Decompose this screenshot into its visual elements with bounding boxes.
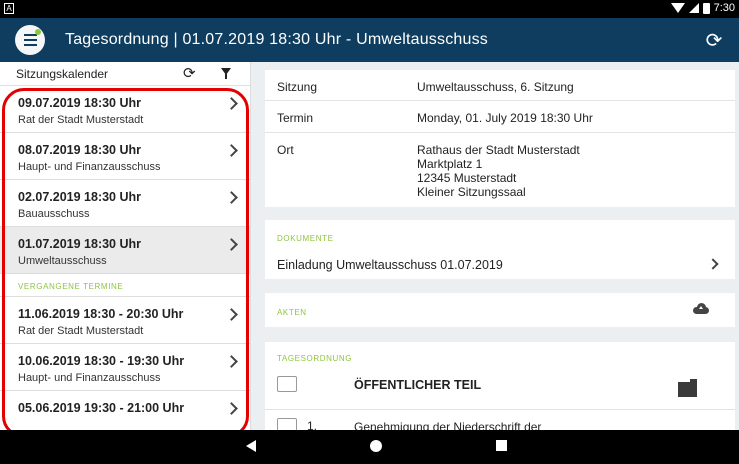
meeting-date: 11.06.2019 18:30 - 20:30 Uhr (18, 307, 184, 321)
meeting-body: Haupt- und Finanzausschuss (18, 161, 161, 173)
meeting-item[interactable]: 02.07.2019 18:30 Uhr Bauausschuss (0, 180, 250, 227)
detail-row-termin: Termin Monday, 01. July 2019 18:30 Uhr (265, 101, 735, 133)
chevron-right-icon (225, 97, 238, 110)
address-line: Kleiner Sitzungssaal (417, 185, 526, 199)
agenda-item[interactable]: 1. Genehmigung der Niederschrift der (265, 411, 735, 434)
notification-dot (35, 29, 41, 35)
status-time: 7:30 (713, 2, 735, 14)
chevron-right-icon (225, 402, 238, 415)
meeting-calendar-panel: Sitzungskalender ⟳ 09.07.2019 18:30 Uhr … (0, 62, 251, 430)
chevron-right-icon (225, 191, 238, 204)
detail-label: Sitzung (277, 80, 318, 94)
meeting-date: 02.07.2019 18:30 Uhr (18, 190, 142, 204)
status-bar: A 7:30 (0, 0, 739, 18)
chevron-right-icon (225, 238, 238, 251)
address-line: 12345 Musterstadt (417, 171, 517, 185)
meeting-item[interactable]: 09.07.2019 18:30 Uhr Rat der Stadt Muste… (0, 86, 250, 133)
agenda-card: TAGESORDNUNG ÖFFENTLICHER TEIL 1. Genehm… (265, 342, 735, 434)
meeting-item[interactable]: 10.06.2019 18:30 - 19:30 Uhr Haupt- und … (0, 344, 250, 391)
signal-icon (688, 3, 699, 13)
agenda-section-row[interactable]: ÖFFENTLICHER TEIL (265, 370, 735, 410)
chevron-right-icon[interactable] (707, 258, 719, 270)
meeting-date: 05.06.2019 19:30 - 21:00 Uhr (18, 401, 185, 415)
meeting-date: 09.07.2019 18:30 Uhr (18, 96, 142, 110)
menu-icon-line (23, 34, 37, 36)
refresh-icon[interactable]: ⟳ (701, 27, 727, 53)
meeting-item[interactable]: 08.07.2019 18:30 Uhr Haupt- und Finanzau… (0, 133, 250, 180)
android-navigation-bar (0, 430, 739, 464)
recent-apps-icon[interactable] (496, 440, 507, 451)
cloud-upload-icon[interactable] (693, 303, 709, 314)
comment-icon[interactable] (277, 376, 297, 392)
detail-value: Umweltausschuss, 6. Sitzung (417, 80, 574, 94)
meeting-item[interactable]: 11.06.2019 18:30 - 20:30 Uhr Rat der Sta… (0, 297, 250, 344)
meeting-body: Rat der Stadt Musterstadt (18, 325, 144, 337)
chevron-right-icon (225, 144, 238, 157)
chevron-right-icon (225, 355, 238, 368)
detail-row-ort: Ort Rathaus der Stadt Musterstadt Marktp… (265, 133, 735, 207)
past-meetings-label: VERGANGENE TERMINE (0, 274, 250, 297)
home-icon[interactable] (370, 440, 382, 452)
akten-card: AKTEN (265, 293, 735, 327)
meeting-date: 10.06.2019 18:30 - 19:30 Uhr (18, 354, 185, 368)
detail-value: Monday, 01. July 2019 18:30 Uhr (417, 111, 593, 125)
document-item[interactable]: Einladung Umweltausschuss 01.07.2019 (277, 258, 503, 272)
meeting-body: Haupt- und Finanzausschuss (18, 372, 161, 384)
address-line: Rathaus der Stadt Musterstadt (417, 143, 580, 157)
android-notification-icon: A (4, 3, 14, 14)
meeting-body: Bauausschuss (18, 208, 90, 220)
page-title: Tagesordnung | 01.07.2019 18:30 Uhr - Um… (65, 31, 488, 48)
meeting-item-selected[interactable]: 01.07.2019 18:30 Uhr Umweltausschuss (0, 227, 250, 274)
battery-icon (702, 2, 710, 14)
akten-label: AKTEN (277, 308, 307, 317)
detail-label: Termin (277, 111, 314, 125)
folder-icon[interactable] (678, 379, 697, 397)
meeting-body: Rat der Stadt Musterstadt (18, 114, 144, 126)
meeting-date: 08.07.2019 18:30 Uhr (18, 143, 142, 157)
meeting-date: 01.07.2019 18:30 Uhr (18, 237, 142, 251)
menu-icon-line (23, 44, 37, 46)
filter-icon[interactable] (221, 68, 231, 79)
main-content: Sitzungskalender ⟳ 09.07.2019 18:30 Uhr … (0, 62, 739, 438)
meeting-details-card: Sitzung Umweltausschuss, 6. Sitzung Term… (265, 70, 735, 207)
detail-row-sitzung: Sitzung Umweltausschuss, 6. Sitzung (265, 70, 735, 101)
menu-button[interactable] (15, 25, 45, 55)
menu-icon-line (23, 39, 37, 41)
documents-label: DOKUMENTE (277, 234, 334, 243)
chevron-right-icon (225, 308, 238, 321)
agenda-label: TAGESORDNUNG (277, 354, 353, 363)
meeting-body: Umweltausschuss (18, 255, 107, 267)
address-block: Rathaus der Stadt Musterstadt Marktplatz… (417, 143, 580, 199)
calendar-refresh-icon[interactable]: ⟳ (183, 64, 196, 82)
upload-arrow (699, 306, 703, 309)
status-icons: 7:30 (670, 2, 735, 14)
calendar-header: Sitzungskalender ⟳ (0, 62, 250, 86)
detail-label: Ort (277, 143, 294, 157)
meeting-item[interactable]: 05.06.2019 19:30 - 21:00 Uhr (0, 391, 250, 430)
app-bar: Tagesordnung | 01.07.2019 18:30 Uhr - Um… (0, 18, 739, 62)
agenda-section-title: ÖFFENTLICHER TEIL (354, 378, 482, 392)
back-icon[interactable] (246, 440, 256, 452)
wifi-icon (670, 3, 685, 13)
calendar-title: Sitzungskalender (16, 66, 109, 81)
documents-card: DOKUMENTE Einladung Umweltausschuss 01.0… (265, 220, 735, 279)
address-line: Marktplatz 1 (417, 157, 483, 171)
